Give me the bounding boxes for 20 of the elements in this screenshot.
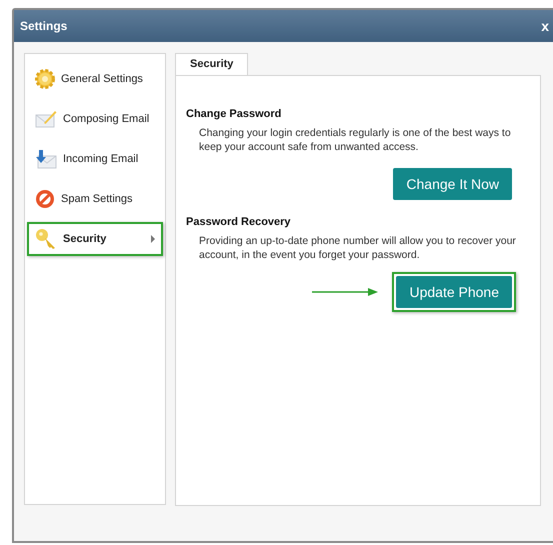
key-icon [35, 228, 57, 250]
envelope-pencil-icon [35, 110, 57, 128]
prohibited-icon [35, 189, 55, 209]
envelope-arrow-icon [35, 149, 57, 169]
sidebar-item[interactable]: Security [27, 222, 163, 256]
caret-icon [151, 235, 155, 243]
section-heading: Password Recovery [186, 216, 292, 228]
sidebar-item[interactable]: Spam Settings [27, 182, 163, 216]
gear-icon [35, 69, 55, 89]
section-description: Changing your login credentials regularly is one of the best ways to keep your account safe from unwanted access. [199, 126, 512, 154]
sidebar-item[interactable]: Composing Email [27, 102, 163, 136]
section-description: Providing an up-to-date phone number will allow you to recover your account, in the event you forget your password. [199, 234, 517, 262]
window-title: Settings [20, 19, 68, 33]
tab[interactable]: Security [175, 53, 248, 76]
action-button[interactable]: Change It Now [393, 168, 512, 200]
sidebar-item[interactable]: General Settings [27, 62, 163, 96]
sidebar-item[interactable]: Incoming Email [27, 142, 163, 176]
section-heading: Change Password [186, 108, 282, 120]
close-button[interactable]: x [541, 18, 549, 34]
action-button[interactable]: Update Phone [396, 276, 512, 308]
